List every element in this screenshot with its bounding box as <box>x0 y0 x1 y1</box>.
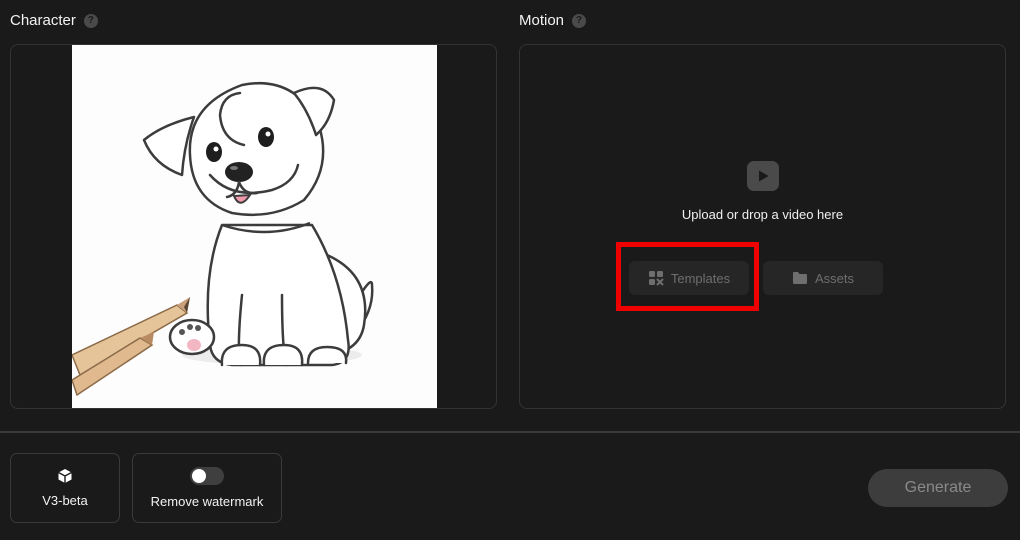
cube-icon <box>58 469 72 483</box>
model-label: V3-beta <box>42 493 88 508</box>
character-help-icon[interactable]: ? <box>83 14 98 28</box>
character-image <box>71 45 437 408</box>
motion-header: Motion ? <box>519 11 587 31</box>
watermark-label: Remove watermark <box>150 494 264 509</box>
remove-watermark-toggle[interactable] <box>190 467 224 485</box>
motion-title: Motion <box>519 12 565 29</box>
character-title: Character <box>10 12 76 29</box>
upload-text: Upload or drop a video here <box>681 207 844 222</box>
templates-label: Templates <box>670 270 731 286</box>
templates-button[interactable]: Templates <box>629 261 749 295</box>
motion-help-icon[interactable]: ? <box>572 14 587 28</box>
toggle-knob <box>192 469 206 483</box>
footer-divider <box>0 431 1020 433</box>
character-header: Character ? <box>10 11 98 31</box>
puppy-drawing <box>71 81 374 397</box>
assets-button[interactable]: Assets <box>763 261 883 295</box>
character-panel[interactable] <box>10 44 497 409</box>
motion-source-buttons: Templates Assets <box>629 261 883 295</box>
play-icon <box>746 161 779 191</box>
upload-dropzone[interactable]: Upload or drop a video here <box>520 161 1005 222</box>
assets-label: Assets <box>814 270 854 286</box>
remove-watermark-option[interactable]: Remove watermark <box>132 453 282 523</box>
folder-icon <box>792 272 807 284</box>
generate-button[interactable]: Generate <box>868 469 1008 507</box>
model-selector-button[interactable]: V3-beta <box>10 453 120 523</box>
templates-grid-icon <box>648 271 664 286</box>
motion-panel[interactable]: Upload or drop a video here Templates As… <box>519 44 1006 409</box>
app-root: Character ? Motion ? Upload or drop a vi… <box>0 0 1020 540</box>
